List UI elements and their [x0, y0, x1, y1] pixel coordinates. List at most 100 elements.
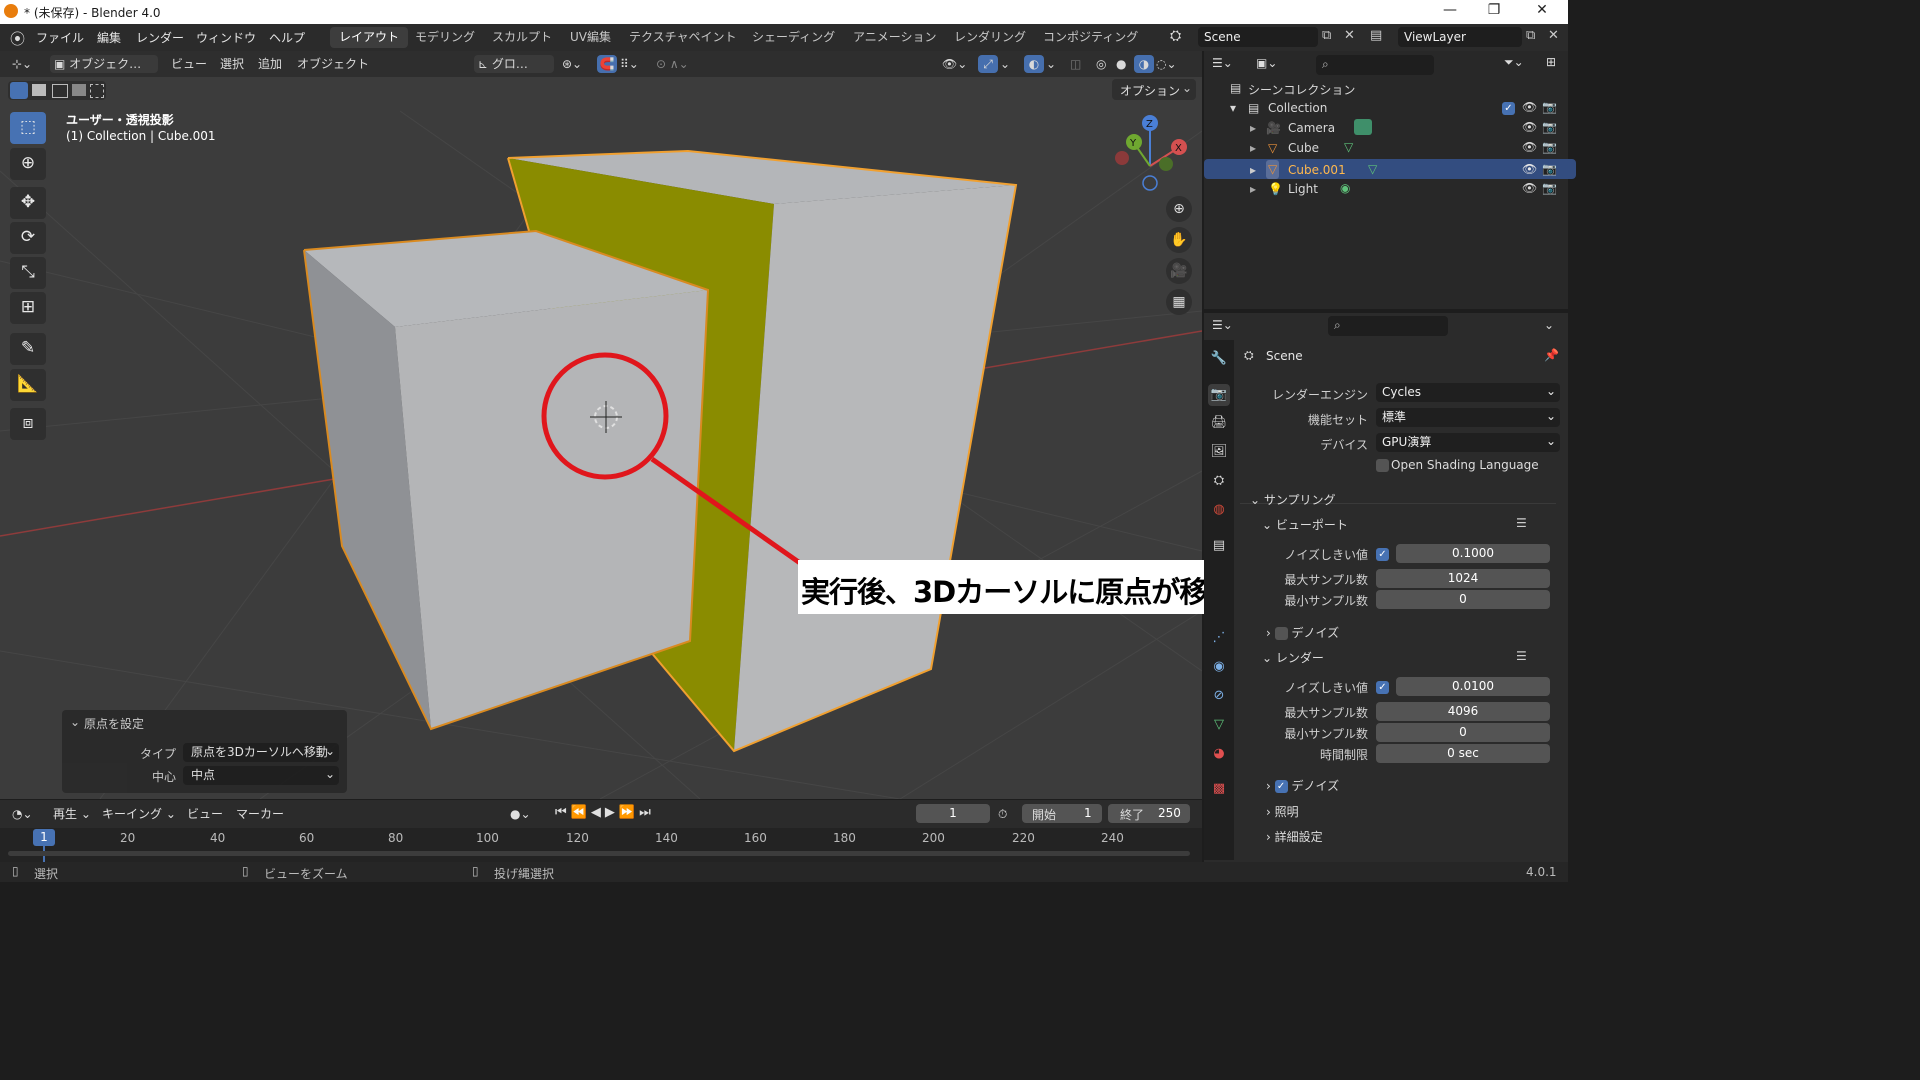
proportional-edit-icon[interactable]: ⊙ ∧⌄ — [656, 55, 689, 73]
list-icon[interactable]: ☰ — [1516, 649, 1527, 663]
vp-max-samples-field[interactable]: 1024 — [1376, 569, 1550, 588]
viewport-subpanel-header[interactable]: ⌄ ビューポート — [1262, 516, 1348, 533]
timeline-editor-icon[interactable]: ◔⌄ — [12, 805, 33, 823]
eye-icon[interactable]: 👁 — [1522, 100, 1537, 114]
overlay-toggle-icon[interactable]: ◐ — [1024, 55, 1044, 73]
camera-view-button[interactable]: 🎥 — [1166, 258, 1192, 284]
texture-tab-icon[interactable]: ▩ — [1208, 778, 1230, 800]
select-invert-icon[interactable] — [72, 84, 86, 96]
clock-icon[interactable]: ⏱ — [998, 805, 1007, 823]
wireframe-shading-icon[interactable]: ◎ — [1096, 55, 1106, 73]
record-icon[interactable]: ●⌄ — [510, 805, 531, 823]
material-tab-icon[interactable]: ◕ — [1208, 743, 1230, 765]
list-icon[interactable]: ☰ — [1516, 516, 1527, 530]
expand-arrow-icon[interactable]: ▸ — [1250, 182, 1256, 196]
outliner-item-light[interactable]: ▸ 💡 Light ◉ 👁 📷 — [1204, 180, 1568, 200]
cursor-tool[interactable]: ⊕ — [10, 148, 46, 180]
outliner-item-camera[interactable]: ▸ 🎥 Camera 👁 📷 — [1204, 119, 1568, 139]
advanced-subpanel[interactable]: › 詳細設定 — [1266, 828, 1323, 845]
eye-icon[interactable]: 👁 — [1522, 120, 1537, 134]
snap-target-icon[interactable]: ⠿⌄ — [620, 55, 639, 73]
scene-tab-icon[interactable]: ⛭ — [1208, 470, 1230, 492]
vp-min-samples-field[interactable]: 0 — [1376, 590, 1550, 609]
visibility-icon[interactable]: 👁⌄ — [942, 55, 967, 73]
playhead[interactable]: 1 — [33, 829, 55, 846]
outliner-item-cube001[interactable]: ▸ ▽ Cube.001 ▽ 👁 📷 — [1204, 159, 1576, 179]
pan-view-button[interactable]: ✋ — [1166, 227, 1192, 253]
outliner-item-cube[interactable]: ▸ ▽ Cube ▽ 👁 📷 — [1204, 139, 1568, 159]
snap-toggle-icon[interactable]: 🧲 — [597, 55, 617, 73]
tab-shading[interactable]: シェーディング — [743, 27, 844, 48]
world-tab-icon[interactable]: ◍ — [1208, 499, 1230, 521]
minimize-icon[interactable]: — — [1430, 2, 1470, 18]
pivot-point-icon[interactable]: ⊛⌄ — [562, 55, 582, 73]
perspective-toggle-button[interactable]: ▦ — [1166, 289, 1192, 315]
tab-uv-editing[interactable]: UV編集 — [561, 27, 620, 48]
solid-shading-icon[interactable]: ● — [1116, 55, 1126, 73]
current-frame-field[interactable]: 1 — [916, 804, 990, 823]
eye-icon[interactable]: 👁 — [1522, 181, 1537, 195]
outliner-editor-icon[interactable]: ☰⌄ — [1212, 56, 1233, 70]
timeline-view-menu[interactable]: ビュー — [187, 805, 223, 823]
tab-compositing[interactable]: コンポジティング — [1034, 27, 1147, 48]
menu-help[interactable]: ヘルプ — [269, 29, 305, 46]
display-mode-icon[interactable]: ▣⌄ — [1256, 56, 1277, 70]
lighting-subpanel[interactable]: › 照明 — [1266, 803, 1299, 820]
menu-render[interactable]: レンダー — [136, 29, 184, 46]
output-tab-icon[interactable]: 🖨 — [1208, 412, 1230, 434]
tab-rendering[interactable]: レンダリング — [945, 27, 1035, 48]
add-cube-tool[interactable]: ⧈ — [10, 408, 46, 440]
maximize-icon[interactable]: ❐ — [1474, 2, 1514, 18]
timeline-scrollbar[interactable] — [8, 851, 1190, 856]
select-intersect-icon[interactable] — [90, 84, 104, 98]
xray-toggle-icon[interactable]: ◫ — [1070, 55, 1081, 73]
eye-icon[interactable]: 👁 — [1522, 140, 1537, 154]
move-tool[interactable]: ✥ — [10, 187, 46, 219]
scene-icon[interactable]: ⛭ — [1170, 28, 1181, 44]
menu-file[interactable]: ファイル — [36, 29, 84, 46]
render-camera-icon[interactable]: 📷 — [1542, 181, 1557, 195]
new-collection-icon[interactable]: ⊞ — [1546, 55, 1556, 69]
menu-window[interactable]: ウィンドウ — [196, 29, 256, 46]
menu-select[interactable]: 選択 — [220, 55, 244, 73]
tool-tab-icon[interactable]: 🔧 — [1208, 348, 1230, 370]
render-tab-icon[interactable]: 📷 — [1208, 384, 1230, 406]
tab-animation[interactable]: アニメーション — [844, 27, 946, 48]
tab-sculpt[interactable]: スカルプト — [483, 27, 561, 48]
properties-search-input[interactable]: ⌕ — [1328, 316, 1448, 336]
vp-noise-threshold-checkbox[interactable]: ✓ — [1376, 548, 1389, 561]
time-limit-field[interactable]: 0 sec — [1376, 744, 1550, 763]
select-extend-icon[interactable] — [32, 84, 46, 96]
data-tab-icon[interactable]: ▽ — [1208, 714, 1230, 736]
outliner-search-input[interactable]: ⌕ — [1316, 55, 1434, 75]
r-max-samples-field[interactable]: 4096 — [1376, 702, 1550, 721]
gizmo-dropdown-icon[interactable]: ⌄ — [1000, 55, 1010, 73]
blender-menu-icon[interactable]: ⦿ — [10, 28, 25, 49]
expand-arrow-icon[interactable]: ▸ — [1250, 161, 1256, 180]
close-icon[interactable]: ✕ — [1522, 2, 1562, 18]
zoom-view-button[interactable]: ⊕ — [1166, 196, 1192, 222]
annotate-tool[interactable]: ✎ — [10, 333, 46, 365]
view-layer-tab-icon[interactable]: 🖼 — [1208, 441, 1230, 463]
chevron-down-icon[interactable]: ⌄ — [1544, 318, 1554, 332]
end-frame-field[interactable]: 終了 250 — [1108, 804, 1190, 823]
r-noise-threshold-field[interactable]: 0.0100 — [1396, 677, 1550, 696]
feature-set-dropdown[interactable]: 標準 ⌄ — [1376, 408, 1560, 427]
remove-scene-icon[interactable]: ✕ — [1344, 28, 1355, 43]
render-subpanel-header[interactable]: ⌄ レンダー — [1262, 649, 1324, 666]
particles-tab-icon[interactable]: ⋰ — [1208, 627, 1230, 649]
vp-denoise-checkbox[interactable] — [1274, 627, 1288, 640]
view-layer-icon[interactable]: ▤ — [1370, 28, 1382, 43]
collection-tab-icon[interactable]: ▤ — [1208, 535, 1230, 557]
sampling-panel-header[interactable]: ⌄ サンプリング — [1250, 491, 1336, 508]
vp-noise-threshold-field[interactable]: 0.1000 — [1396, 544, 1550, 563]
tab-texture-paint[interactable]: テクスチャペイント — [620, 27, 746, 48]
timeline[interactable]: ◔⌄ 再生 ⌄ キーイング ⌄ ビュー マーカー ●⌄ ⏮⏪◀▶⏩⏭ 1 ⏱ 開… — [0, 800, 1202, 862]
expand-arrow-icon[interactable]: ▸ — [1250, 141, 1256, 155]
center-dropdown[interactable]: 中点 ⌄ — [183, 766, 339, 785]
select-new-icon[interactable] — [10, 82, 28, 99]
select-box-tool[interactable]: ⬚ — [10, 112, 46, 144]
r-denoise-checkbox[interactable]: ✓ — [1274, 780, 1288, 793]
render-camera-icon[interactable]: 📷 — [1542, 100, 1557, 114]
render-camera-icon[interactable]: 📷 — [1542, 140, 1557, 154]
